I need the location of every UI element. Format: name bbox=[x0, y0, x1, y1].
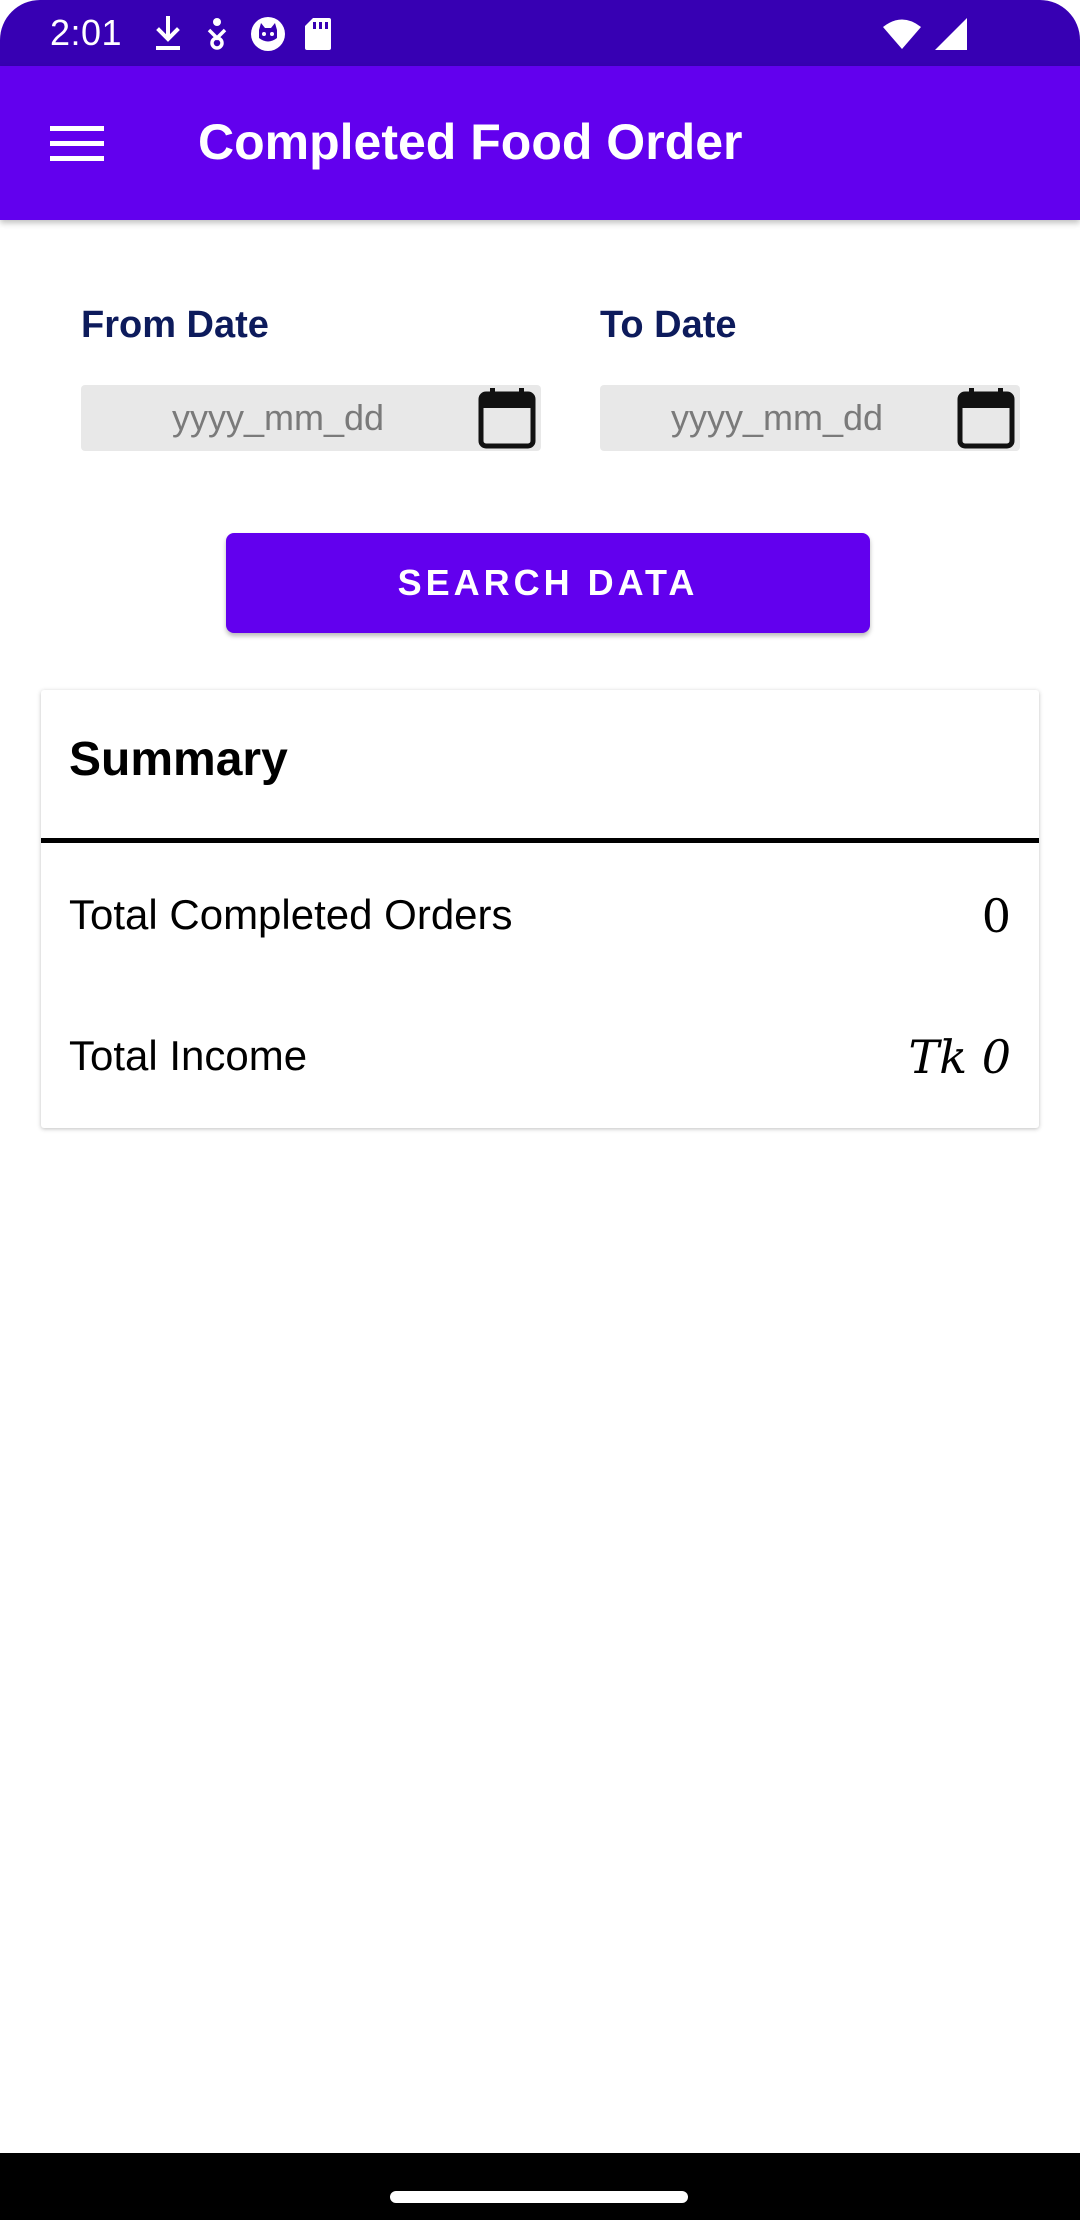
status-bar: 2:01 bbox=[0, 0, 1080, 66]
summary-title: Summary bbox=[69, 733, 288, 786]
from-date-label: From Date bbox=[81, 304, 269, 346]
from-date-calendar-button[interactable] bbox=[475, 386, 539, 450]
sd-card-icon bbox=[304, 17, 332, 51]
calendar-icon bbox=[957, 388, 1015, 449]
total-completed-orders-label: Total Completed Orders bbox=[69, 891, 513, 938]
total-income-label: Total Income bbox=[69, 1032, 308, 1079]
to-date-input[interactable] bbox=[600, 385, 954, 451]
download-icon bbox=[152, 16, 184, 52]
status-icons-right bbox=[882, 14, 968, 54]
status-icons-left bbox=[152, 14, 332, 54]
to-date-field bbox=[600, 385, 1020, 451]
page-title: Completed Food Order bbox=[198, 114, 743, 170]
summary-card: Summary Total Completed Orders 0 Total I… bbox=[41, 690, 1039, 1128]
search-data-button[interactable]: SEARCH DATA bbox=[226, 533, 870, 633]
from-date-input[interactable] bbox=[81, 385, 475, 451]
cell-signal-icon bbox=[934, 17, 968, 51]
wifi-icon bbox=[882, 18, 922, 50]
hamburger-menu-icon bbox=[50, 126, 104, 161]
navigation-bar bbox=[0, 2153, 1080, 2220]
calendar-icon bbox=[478, 388, 536, 449]
accessibility-icon bbox=[202, 17, 232, 51]
to-date-calendar-button[interactable] bbox=[954, 386, 1018, 450]
summary-divider bbox=[41, 838, 1039, 843]
to-date-label: To Date bbox=[600, 304, 737, 346]
total-income-value: Tk 0 bbox=[908, 1030, 1011, 1084]
from-date-field bbox=[81, 385, 541, 451]
screen: 2:01 Completed Food Order From Date To D… bbox=[0, 0, 1080, 2220]
total-completed-orders-value: 0 bbox=[981, 889, 1011, 943]
hamburger-menu-button[interactable] bbox=[42, 109, 112, 179]
cat-face-icon bbox=[250, 16, 286, 52]
home-gesture-handle[interactable] bbox=[390, 2191, 688, 2203]
app-bar: Completed Food Order bbox=[0, 66, 1080, 220]
status-time: 2:01 bbox=[50, 12, 123, 53]
